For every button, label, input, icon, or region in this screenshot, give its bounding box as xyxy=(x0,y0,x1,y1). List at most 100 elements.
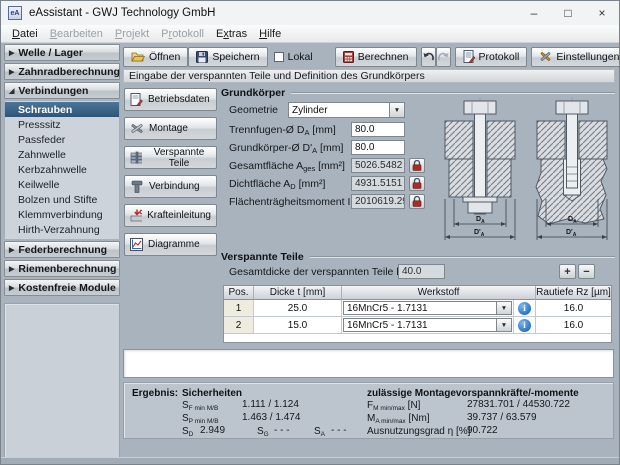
sicherheiten-title: Sicherheiten xyxy=(182,388,242,399)
grundkoerper-d-input[interactable]: 80.0 xyxy=(351,140,405,155)
diagramme-label: Diagramme xyxy=(148,239,200,250)
betriebsdaten-button[interactable]: Betriebsdaten xyxy=(124,88,217,111)
sidebar-item-schrauben[interactable]: Schrauben xyxy=(5,102,119,117)
through-bolt-diagram: DA D'A xyxy=(437,95,523,245)
close-button[interactable]: × xyxy=(585,1,619,25)
result-label: Ergebnis: xyxy=(132,388,178,399)
sidebar-item-passfeder[interactable]: Passfeder xyxy=(5,132,119,147)
save-button[interactable]: Speichern xyxy=(188,47,267,67)
material-info-button[interactable]: i xyxy=(518,302,531,315)
undo-button[interactable] xyxy=(421,47,436,67)
lock-button[interactable] xyxy=(409,176,425,191)
sidebar-item-klemmverbindung[interactable]: Klemmverbindung xyxy=(5,207,119,222)
remove-row-button[interactable]: − xyxy=(578,264,595,279)
montage-title: zulässige Montagevorspannkräfte/-momente xyxy=(367,388,579,399)
table-row-1-pos: 1 xyxy=(224,300,254,317)
werkstoff-value: 16MnCr5 - 1.7131 xyxy=(344,320,496,331)
app-window: eA eAssistant - GWJ Technology GmbH – □ … xyxy=(0,0,620,465)
lock-button[interactable] xyxy=(409,158,425,173)
geometrie-label: Geometrie xyxy=(229,104,278,116)
verspannte-teile-section: Verspannte Teile Gesamtdicke der verspan… xyxy=(221,251,615,346)
table-row-2-info-cell: i xyxy=(514,317,536,334)
verbindung-button[interactable]: Verbindung xyxy=(124,175,217,198)
sp-value: 1.463 / 1.474 xyxy=(242,412,300,423)
material-info-button[interactable]: i xyxy=(518,319,531,332)
sidebar-item-kerbzahnwelle[interactable]: Kerbzahnwelle xyxy=(5,162,119,177)
group-rule xyxy=(310,256,615,258)
chevron-right-icon: ▶ xyxy=(9,265,14,273)
sd-value: 2.949 xyxy=(200,425,225,436)
table-row-2-rautiefe[interactable]: 16.0 xyxy=(536,317,611,334)
calculate-button[interactable]: Berechnen xyxy=(335,47,417,67)
menu-datei[interactable]: Datei xyxy=(6,27,44,41)
geometrie-select[interactable]: Zylinder ▼ xyxy=(288,102,405,118)
chart-icon xyxy=(130,238,143,251)
settings-button[interactable]: Einstellungen xyxy=(531,47,620,67)
chevron-right-icon: ▶ xyxy=(9,68,14,76)
save-disk-icon xyxy=(196,51,208,63)
table-row-1-rautiefe[interactable]: 16.0 xyxy=(536,300,611,317)
trennfugen-input[interactable]: 80.0 xyxy=(351,122,405,137)
werkstoff-select[interactable]: 16MnCr5 - 1.7131 ▼ xyxy=(343,301,512,315)
chevron-down-icon[interactable]: ▼ xyxy=(496,319,511,331)
sidebar-group-federberechnung[interactable]: ▶Federberechnung xyxy=(4,241,120,258)
tools-icon xyxy=(539,50,552,63)
redo-button[interactable] xyxy=(436,47,451,67)
krafteinleitung-button[interactable]: Krafteinleitung xyxy=(124,204,217,227)
sa-value: - - - xyxy=(331,425,347,436)
col-header-dicke: Dicke t [mm] xyxy=(254,286,342,300)
sidebar-group-kostenfreie-module[interactable]: ▶Kostenfreie Module xyxy=(4,279,120,296)
sidebar-group-zahnradberechnung[interactable]: ▶Zahnradberechnung xyxy=(4,63,120,80)
app-icon: eA xyxy=(8,6,22,20)
diagramme-button[interactable]: Diagramme xyxy=(124,233,217,256)
menu-extras[interactable]: Extras xyxy=(210,27,253,41)
menu-protokoll: Protokoll xyxy=(155,27,210,41)
sidebar-group-verbindungen[interactable]: ◢Verbindungen xyxy=(4,82,120,99)
sidebar-item-presssitz[interactable]: Presssitz xyxy=(5,117,119,132)
maximize-button[interactable]: □ xyxy=(551,1,585,25)
chevron-down-icon[interactable]: ▼ xyxy=(389,103,404,117)
verspannte-teile-button[interactable]: Verspannte Teile xyxy=(124,146,217,169)
table-row-2-werkstoff-cell: 16MnCr5 - 1.7131 ▼ xyxy=(342,317,514,334)
col-header-pos: Pos. xyxy=(224,286,254,300)
calculator-icon xyxy=(343,51,354,63)
fm-value: 27831.701 / 44530.722 xyxy=(467,399,570,410)
local-checkbox[interactable] xyxy=(274,52,284,62)
eta-value: 90.722 xyxy=(467,425,498,436)
menu-projekt: Projekt xyxy=(109,27,155,41)
table-row-1-info-cell: i xyxy=(514,300,536,317)
sidebar-group-riemenberechnung[interactable]: ▶Riemenberechnung xyxy=(4,260,120,277)
result-panel: Ergebnis: Sicherheiten SF min M/B 1.111 … xyxy=(123,382,614,439)
open-button[interactable]: Öffnen xyxy=(123,47,188,67)
sf-value: 1.111 / 1.124 xyxy=(242,399,299,410)
clamped-parts-icon xyxy=(130,151,142,164)
minimize-button[interactable]: – xyxy=(517,1,551,25)
ma-value: 39.737 / 63.579 xyxy=(467,412,537,423)
sidebar-empty-panel xyxy=(4,303,120,462)
table-row-2-dicke[interactable]: 15.0 xyxy=(254,317,342,334)
sidebar-item-zahnwelle[interactable]: Zahnwelle xyxy=(5,147,119,162)
gesamtflaeche-label: Gesamtfläche Ages [mm²] xyxy=(229,160,345,172)
chevron-right-icon: ▶ xyxy=(9,49,14,57)
sidebar-item-hirth-verzahnung[interactable]: Hirth-Verzahnung xyxy=(5,222,119,237)
bottom-strip xyxy=(1,457,619,465)
menu-hilfe[interactable]: Hilfe xyxy=(253,27,287,41)
sidebar-group-welle-lager[interactable]: ▶Welle / Lager xyxy=(4,44,120,61)
calculate-button-label: Berechnen xyxy=(358,51,409,63)
table-row-1-dicke[interactable]: 25.0 xyxy=(254,300,342,317)
lock-button[interactable] xyxy=(409,194,425,209)
montage-button[interactable]: Montage xyxy=(124,117,217,140)
chevron-down-icon[interactable]: ▼ xyxy=(496,302,511,314)
sidebar-item-bolzen-und-stifte[interactable]: Bolzen und Stifte xyxy=(5,192,119,207)
group-label: Verbindungen xyxy=(18,85,88,97)
sidebar-item-keilwelle[interactable]: Keilwelle xyxy=(5,177,119,192)
protocol-button[interactable]: Protokoll xyxy=(455,47,528,67)
table-row-1-werkstoff-cell: 16MnCr5 - 1.7131 ▼ xyxy=(342,300,514,317)
sf-label: SF min M/B xyxy=(182,400,218,411)
instruction-text: Eingabe der verspannten Teile und Defini… xyxy=(129,70,425,82)
chevron-right-icon: ▶ xyxy=(9,284,14,292)
force-arrow-icon xyxy=(130,209,142,222)
local-checkbox-group: Lokal xyxy=(274,51,313,63)
werkstoff-select[interactable]: 16MnCr5 - 1.7131 ▼ xyxy=(343,318,512,332)
add-row-button[interactable]: + xyxy=(559,264,576,279)
